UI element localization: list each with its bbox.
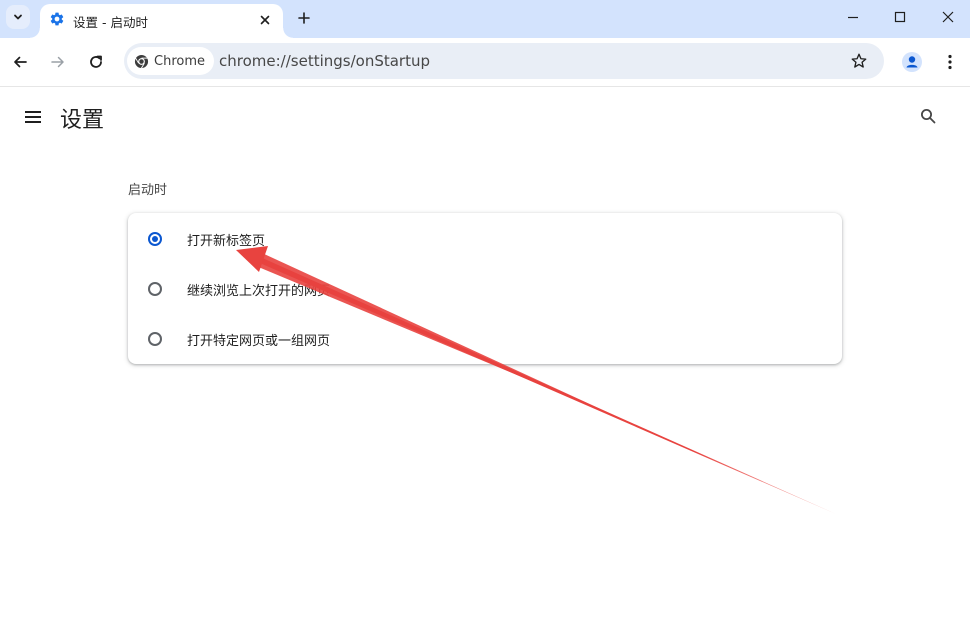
chevron-down-icon: [14, 14, 22, 20]
reload-button[interactable]: [82, 48, 110, 76]
arrow-left-icon: [14, 56, 27, 68]
section-title: 启动时: [128, 183, 168, 198]
toolbar: Chrome chrome://settings/onStartup: [0, 38, 970, 87]
minimize-button[interactable]: [833, 4, 873, 30]
tab-title: 设置 - 启动时: [73, 15, 148, 30]
radio-button[interactable]: [148, 282, 162, 296]
plus-icon: [298, 12, 310, 24]
close-icon: [942, 11, 954, 23]
profile-icon: [902, 52, 922, 72]
close-window-button[interactable]: [928, 4, 968, 30]
site-info-chip[interactable]: Chrome: [127, 47, 214, 75]
radio-option-new-tab[interactable]: 打开新标签页: [128, 214, 842, 264]
browser-menu-button[interactable]: [938, 50, 962, 74]
radio-label: 继续浏览上次打开的网页: [187, 283, 331, 299]
reload-icon: [90, 55, 102, 68]
search-settings-button[interactable]: [916, 104, 940, 128]
url-text[interactable]: chrome://settings/onStartup: [219, 52, 430, 70]
back-button[interactable]: [6, 48, 34, 76]
new-tab-button[interactable]: [292, 6, 316, 30]
hamburger-icon: [25, 111, 41, 123]
startup-options-card: 打开新标签页 继续浏览上次打开的网页 打开特定网页或一组网页: [128, 213, 842, 364]
chrome-logo-icon: [134, 54, 149, 68]
main-menu-button[interactable]: [22, 106, 44, 128]
page-title: 设置: [60, 108, 105, 133]
more-vert-icon: [948, 54, 952, 70]
tab-close-button[interactable]: [255, 10, 275, 30]
forward-button[interactable]: [44, 48, 72, 76]
arrow-right-icon: [51, 56, 64, 68]
minimize-icon: [848, 16, 858, 19]
radio-option-specific-pages[interactable]: 打开特定网页或一组网页: [128, 314, 842, 364]
tab-strip: 设置 - 启动时: [0, 0, 970, 38]
bookmark-button[interactable]: [848, 50, 870, 72]
tab-settings[interactable]: 设置 - 启动时: [30, 4, 293, 38]
tab-search-button[interactable]: [6, 5, 30, 29]
profile-button[interactable]: [900, 50, 924, 74]
chip-label: Chrome: [154, 53, 205, 69]
address-bar[interactable]: Chrome chrome://settings/onStartup: [124, 43, 884, 79]
gear-icon: [50, 12, 64, 26]
radio-label: 打开特定网页或一组网页: [187, 333, 331, 349]
maximize-button[interactable]: [880, 4, 920, 30]
radio-button-checked[interactable]: [148, 232, 162, 246]
maximize-icon: [894, 11, 906, 23]
search-icon: [921, 109, 936, 124]
radio-button[interactable]: [148, 332, 162, 346]
radio-label: 打开新标签页: [187, 233, 266, 249]
star-icon: [851, 53, 867, 68]
close-icon: [260, 15, 270, 25]
radio-option-continue[interactable]: 继续浏览上次打开的网页: [128, 264, 842, 314]
